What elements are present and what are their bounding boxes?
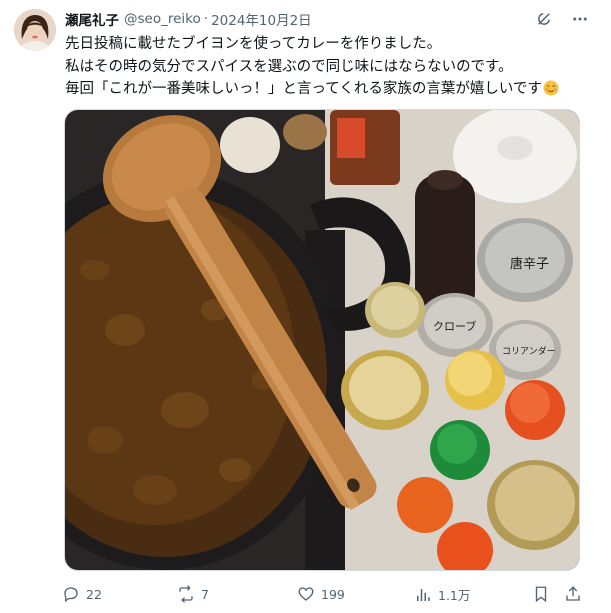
reply-count: 22 xyxy=(86,586,102,602)
views-icon xyxy=(417,588,430,601)
blush-emoji-icon xyxy=(543,80,559,104)
repost-button[interactable]: 7 xyxy=(177,585,209,603)
post-top-actions xyxy=(533,8,591,30)
post-text-line: 私はその時の気分でスパイスを選ぶので同じ味にはならないのです。 xyxy=(65,58,513,75)
can-label: 唐辛子 xyxy=(510,256,549,272)
can-label: クローブ xyxy=(433,319,476,333)
post-text: 先日投稿に載せたブイヨンを使ってカレーを作りました。 私はその時の気分でスパイス… xyxy=(65,33,595,104)
post-photo[interactable]: 唐辛子 クローブ コリアンダー xyxy=(64,109,580,571)
display-name[interactable]: 瀬尾礼子 xyxy=(65,9,119,29)
post-date[interactable]: 2024年10月2日 xyxy=(211,9,312,29)
grok-icon[interactable] xyxy=(533,8,555,30)
tweet: 瀬尾礼子 @seo_reiko · 2024年10月2日 先日投稿に載せたブイヨ… xyxy=(0,0,611,613)
post-text-line: 毎回「これが一番美味しいっ！」と言ってくれる家族の言葉が嬉しいです xyxy=(65,78,595,104)
like-count: 199 xyxy=(321,586,345,602)
post-text-line-content: 毎回「これが一番美味しいっ！」と言ってくれる家族の言葉が嬉しいです xyxy=(65,81,542,97)
repost-count: 7 xyxy=(201,586,209,602)
more-icon[interactable] xyxy=(569,8,591,30)
post-header: 瀬尾礼子 @seo_reiko · 2024年10月2日 xyxy=(65,9,312,29)
separator-dot: · xyxy=(203,11,209,27)
post-actions: 22 7 199 1.1万 xyxy=(62,583,592,607)
user-handle[interactable]: @seo_reiko xyxy=(124,11,201,27)
bookmark-button[interactable] xyxy=(532,585,550,603)
reply-button[interactable]: 22 xyxy=(62,585,102,603)
view-count: 1.1万 xyxy=(438,588,471,603)
post-text-line: 先日投稿に載せたブイヨンを使ってカレーを作りました。 xyxy=(65,36,442,52)
share-icon xyxy=(566,586,580,601)
reply-icon xyxy=(64,587,78,603)
bookmark-icon xyxy=(535,586,547,603)
like-button[interactable]: 199 xyxy=(297,585,345,603)
like-icon xyxy=(298,587,314,601)
repost-icon xyxy=(179,585,193,603)
share-button[interactable] xyxy=(564,585,582,603)
can-label: コリアンダー xyxy=(502,345,556,357)
views-button[interactable]: 1.1万 xyxy=(414,585,470,604)
avatar[interactable] xyxy=(14,9,56,51)
